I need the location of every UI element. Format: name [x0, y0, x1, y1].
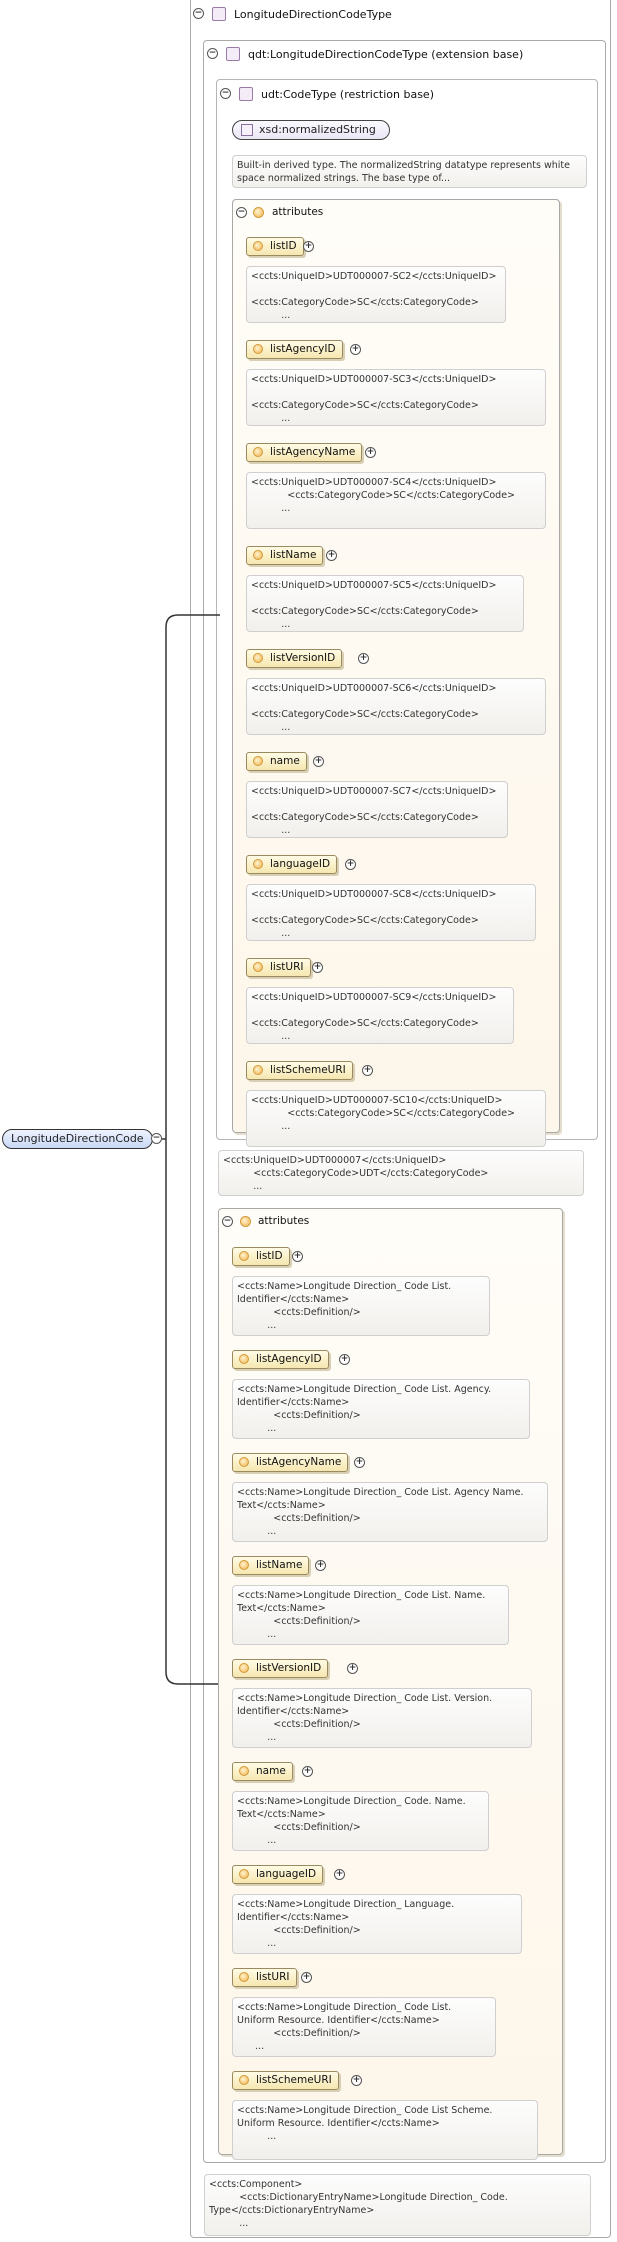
attribute-name[interactable]: name [232, 1762, 293, 1781]
attribute-label: listSchemeURI [256, 2074, 332, 2086]
attribute-label: name [256, 1765, 286, 1777]
attributes-icon [240, 1216, 251, 1227]
attribute-listname-doc: <ccts:Name>Longitude Direction_ Code Lis… [232, 1585, 509, 1645]
attribute-icon [239, 1663, 249, 1673]
attribute-icon [239, 2075, 249, 2085]
expand-listid-toggle[interactable]: + [292, 1251, 303, 1262]
attribute-listid[interactable]: listID [232, 1247, 290, 1266]
attribute-label: listAgencyName [256, 1456, 342, 1468]
attribute-listid-doc: <ccts:Name>Longitude Direction_ Code Lis… [232, 1276, 490, 1336]
attribute-listversionid-doc: <ccts:Name>Longitude Direction_ Code Lis… [232, 1688, 532, 1748]
expand-listschemeuri-toggle[interactable]: + [351, 2075, 362, 2086]
expand-name-toggle[interactable]: + [302, 1766, 313, 1777]
attribute-label: listAgencyID [256, 1353, 322, 1365]
attribute-listuri-doc: <ccts:Name>Longitude Direction_ Code Lis… [232, 1997, 496, 2057]
attribute-label: listURI [256, 1971, 290, 1983]
expand-listagencyid-toggle[interactable]: + [339, 1354, 350, 1365]
attribute-languageid[interactable]: languageID [232, 1865, 324, 1884]
component-doc: <ccts:Component> <ccts:DictionaryEntryNa… [204, 2174, 591, 2236]
expand-listversionid-toggle[interactable]: + [347, 1663, 358, 1674]
connector-bracket [165, 614, 220, 1685]
attribute-icon [239, 1560, 249, 1570]
attribute-listagencyid[interactable]: listAgencyID [232, 1350, 329, 1369]
attribute-listagencyid-doc: <ccts:Name>Longitude Direction_ Code Lis… [232, 1379, 530, 1439]
attribute-listagencyname-doc: <ccts:Name>Longitude Direction_ Code Lis… [232, 1482, 548, 1542]
attribute-icon [239, 1354, 249, 1364]
outer-attributes-label: attributes [258, 1215, 310, 1227]
attribute-label: listID [256, 1250, 283, 1262]
attribute-listversionid[interactable]: listVersionID [232, 1659, 329, 1678]
attribute-listname[interactable]: listName [232, 1556, 310, 1575]
expand-listuri-toggle[interactable]: + [301, 1972, 312, 1983]
udt-doc: <ccts:UniqueID>UDT000007</ccts:UniqueID>… [218, 1150, 584, 1196]
attribute-listschemeuri-doc: <ccts:Name>Longitude Direction_ Code Lis… [232, 2100, 538, 2160]
attribute-label: listName [256, 1559, 303, 1571]
attribute-icon [239, 1869, 249, 1879]
attribute-icon [239, 1457, 249, 1467]
attribute-listagencyname[interactable]: listAgencyName [232, 1453, 349, 1472]
attribute-icon [239, 1766, 249, 1776]
attribute-listuri[interactable]: listURI [232, 1968, 297, 1987]
attribute-name-doc: <ccts:Name>Longitude Direction_ Code. Na… [232, 1791, 489, 1851]
attribute-icon [239, 1972, 249, 1982]
collapse-outer-attributes-toggle[interactable]: − [222, 1216, 233, 1227]
attribute-icon [239, 1251, 249, 1261]
expand-listname-toggle[interactable]: + [315, 1560, 326, 1571]
attribute-label: languageID [256, 1868, 317, 1880]
expand-languageid-toggle[interactable]: + [334, 1869, 345, 1880]
attribute-label: listVersionID [256, 1662, 322, 1674]
expand-listagencyname-toggle[interactable]: + [354, 1457, 365, 1468]
attribute-listschemeuri[interactable]: listSchemeURI [232, 2071, 339, 2090]
attribute-languageid-doc: <ccts:Name>Longitude Direction_ Language… [232, 1894, 522, 1954]
